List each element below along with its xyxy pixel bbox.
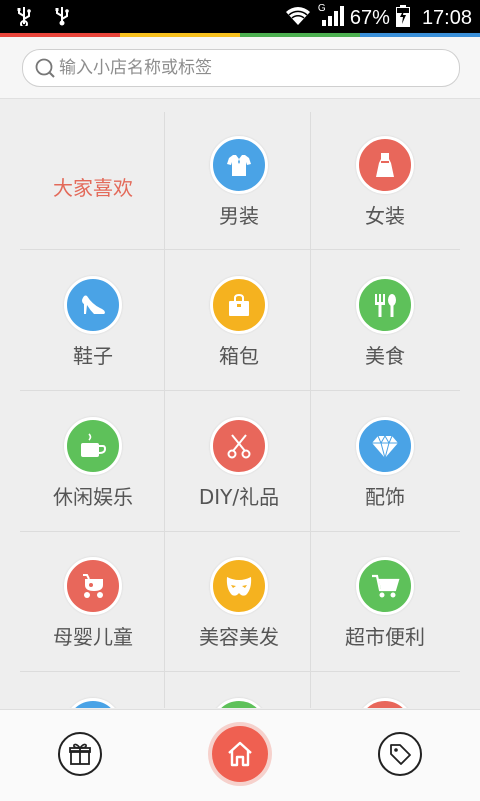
favorites-label: 大家喜欢 <box>53 176 133 200</box>
tag-icon <box>390 744 411 765</box>
usb-icon <box>52 6 72 30</box>
favorites-cell[interactable]: 大家喜欢 <box>20 112 166 252</box>
gift-icon <box>69 743 91 765</box>
battery-percent: 67% <box>349 7 390 29</box>
search-bar <box>0 37 480 99</box>
clock: 17:08 <box>421 7 472 29</box>
category-bags[interactable]: 箱包 <box>166 252 312 392</box>
high-heel-icon <box>64 276 122 334</box>
bottom-nav <box>0 709 480 801</box>
battery-icon <box>395 5 410 32</box>
dress-icon <box>356 136 414 194</box>
signal-icon: G <box>317 3 344 32</box>
scissors-icon <box>210 417 268 475</box>
category-supermarket[interactable]: 超市便利 <box>312 533 458 673</box>
category-food[interactable]: 美食 <box>312 252 458 392</box>
category-label: 美食 <box>365 344 405 368</box>
category-partial[interactable] <box>20 674 166 708</box>
category-label: 鞋子 <box>73 344 113 368</box>
category-label: DIY/礼品 <box>198 485 280 509</box>
category-icon <box>356 698 414 708</box>
category-label: 男装 <box>219 204 259 228</box>
category-label: 箱包 <box>219 344 259 368</box>
category-icon <box>210 698 268 708</box>
home-button[interactable] <box>208 722 272 786</box>
shirt-icon <box>210 136 268 194</box>
category-partial[interactable] <box>312 674 458 708</box>
category-menswear[interactable]: 男装 <box>166 112 312 252</box>
cutlery-icon <box>356 276 414 334</box>
search-icon <box>35 58 55 78</box>
category-label: 超市便利 <box>345 625 425 649</box>
category-shoes[interactable]: 鞋子 <box>20 252 166 392</box>
category-label: 休闲娱乐 <box>53 485 133 509</box>
category-label: 美容美发 <box>199 625 279 649</box>
category-diy-gifts[interactable]: DIY/礼品 <box>166 393 312 533</box>
search-input[interactable] <box>59 50 449 86</box>
category-grid: 大家喜欢 男装 女装 鞋子 箱包 美食 休闲娱乐 DIY/礼品 配饰 母婴儿童 … <box>20 112 460 708</box>
category-icon <box>64 698 122 708</box>
network-type: G <box>317 3 326 14</box>
stroller-icon <box>64 557 122 615</box>
home-button-inner[interactable] <box>212 726 268 782</box>
wifi-icon <box>284 5 312 32</box>
handbag-icon <box>210 276 268 334</box>
category-label: 母婴儿童 <box>53 625 133 649</box>
category-accessories[interactable]: 配饰 <box>312 393 458 533</box>
category-beauty-hair[interactable]: 美容美发 <box>166 533 312 673</box>
category-label: 配饰 <box>365 485 405 509</box>
usb-icon <box>14 6 34 30</box>
diamond-icon <box>356 417 414 475</box>
status-bar: G 67% 17:08 <box>0 0 480 33</box>
category-partial[interactable] <box>166 674 312 708</box>
home-icon <box>228 741 252 767</box>
mask-icon <box>210 557 268 615</box>
gift-button[interactable] <box>58 732 102 776</box>
search-box[interactable] <box>22 49 460 87</box>
shopping-cart-icon <box>356 557 414 615</box>
category-womenswear[interactable]: 女装 <box>312 112 458 252</box>
tag-button[interactable] <box>378 732 422 776</box>
category-label: 女装 <box>365 204 405 228</box>
category-baby-kids[interactable]: 母婴儿童 <box>20 533 166 673</box>
coffee-cup-icon <box>64 417 122 475</box>
category-leisure[interactable]: 休闲娱乐 <box>20 393 166 533</box>
